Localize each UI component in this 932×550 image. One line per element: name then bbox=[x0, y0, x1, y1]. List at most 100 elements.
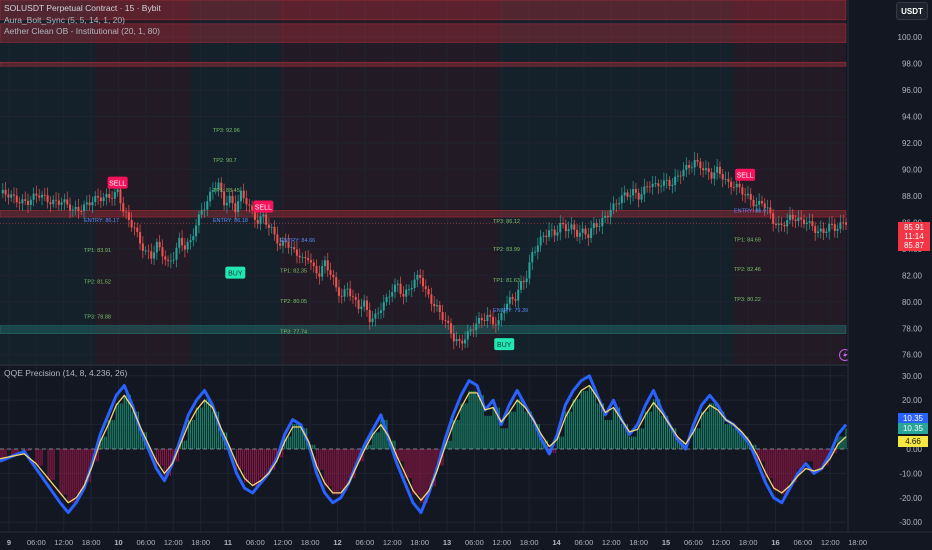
candle-body bbox=[676, 175, 679, 177]
candle-body bbox=[340, 295, 343, 297]
candle-body bbox=[587, 234, 590, 238]
candle-body bbox=[332, 274, 335, 278]
candle-body bbox=[29, 199, 32, 205]
sell-signal-text: SELL bbox=[255, 204, 272, 211]
candle-body bbox=[520, 280, 523, 290]
candle-body bbox=[539, 236, 542, 246]
trend-zone bbox=[733, 0, 846, 364]
level-label: TP3: 80.22 bbox=[734, 297, 761, 303]
candle-body bbox=[836, 228, 839, 231]
qqe-slow-label: 10.35 bbox=[898, 423, 928, 434]
candle-body bbox=[713, 172, 716, 179]
candle-body bbox=[438, 305, 441, 313]
candle-body bbox=[38, 195, 41, 198]
candle-body bbox=[256, 219, 259, 224]
candle-body bbox=[674, 176, 677, 185]
price-tick-label: 94.00 bbox=[902, 112, 923, 121]
candle-body bbox=[169, 260, 172, 262]
candle-body bbox=[139, 232, 142, 244]
candle-body bbox=[24, 199, 27, 201]
candle-body bbox=[710, 172, 713, 179]
price-tick-label: 90.00 bbox=[902, 165, 923, 174]
candle-body bbox=[618, 203, 621, 205]
sell-signal-text: SELL bbox=[109, 181, 126, 188]
candle-body bbox=[609, 209, 612, 217]
candle-body bbox=[66, 199, 69, 205]
candle-body bbox=[307, 258, 310, 261]
level-label: ENTRY: 86.9 bbox=[734, 208, 766, 214]
price-tick-label: 82.00 bbox=[902, 271, 923, 280]
candle-body bbox=[136, 227, 139, 233]
candle-body bbox=[127, 212, 130, 221]
candle-body bbox=[576, 229, 579, 237]
time-tick-label: 12:00 bbox=[273, 538, 292, 547]
indicator-aether-ob[interactable]: Aether Clean OB - Institutional (20, 1, … bbox=[4, 26, 160, 36]
level-label: TP2: 83.99 bbox=[493, 247, 520, 253]
time-tick-label: 06:00 bbox=[465, 538, 484, 547]
candle-body bbox=[808, 221, 811, 223]
candle-body bbox=[797, 217, 800, 222]
candle-body bbox=[175, 247, 178, 260]
candle-body bbox=[195, 225, 198, 237]
candle-body bbox=[730, 181, 733, 188]
candle-body bbox=[357, 299, 360, 309]
qqe-title[interactable]: QQE Precision (14, 8, 4.236, 26) bbox=[4, 368, 127, 378]
chart-title: SOLUSDT Perpetual Contract · 15 · Bybit bbox=[4, 3, 161, 13]
candle-body bbox=[323, 260, 326, 267]
candle-body bbox=[828, 223, 831, 232]
candle-body bbox=[556, 232, 559, 236]
candle-body bbox=[60, 202, 63, 205]
qqe-tick-label: -10.00 bbox=[899, 469, 922, 478]
candle-body bbox=[458, 338, 461, 341]
candle-body bbox=[598, 226, 601, 228]
candle-body bbox=[105, 194, 108, 198]
candle-body bbox=[46, 195, 49, 203]
candle-body bbox=[242, 190, 245, 199]
time-tick-label: 18:00 bbox=[82, 538, 101, 547]
candle-body bbox=[489, 314, 492, 317]
candle-body bbox=[13, 194, 16, 196]
candle-body bbox=[447, 320, 450, 324]
candle-body bbox=[259, 216, 262, 224]
candle-body bbox=[77, 206, 80, 212]
candle-body bbox=[755, 204, 758, 207]
candle-body bbox=[783, 224, 786, 227]
candle-body bbox=[651, 183, 654, 187]
candle-body bbox=[21, 199, 24, 204]
level-label: TP1: 88.45 bbox=[213, 188, 240, 194]
candle-body bbox=[405, 289, 408, 297]
level-label: ENTRY: 84.66 bbox=[280, 238, 315, 244]
candle-body bbox=[570, 224, 573, 230]
candle-body bbox=[290, 247, 293, 248]
candle-body bbox=[385, 297, 388, 303]
candle-body bbox=[388, 296, 391, 298]
candle-body bbox=[702, 168, 705, 171]
candle-body bbox=[688, 165, 691, 168]
candle-body bbox=[444, 319, 447, 321]
candle-body bbox=[209, 191, 212, 202]
candle-body bbox=[466, 331, 469, 340]
chart-canvas: TP3: 92.96 TP2: 90.7 TP1: 88.45 ENTRY: 86.1… bbox=[0, 0, 932, 550]
candle-body bbox=[604, 215, 607, 218]
candle-body bbox=[542, 235, 545, 237]
candle-body bbox=[113, 192, 116, 199]
candle-body bbox=[41, 194, 44, 198]
candle-body bbox=[452, 333, 455, 342]
trend-zone bbox=[0, 0, 96, 364]
candle-body bbox=[814, 226, 817, 233]
price-tick-label: 98.00 bbox=[902, 60, 923, 69]
time-tick-label: 18:00 bbox=[301, 538, 320, 547]
candle-body bbox=[760, 200, 763, 204]
candle-body bbox=[343, 289, 346, 297]
time-tick-label: 11 bbox=[224, 538, 232, 547]
candle-body bbox=[158, 241, 161, 248]
time-tick-label: 16 bbox=[771, 538, 779, 547]
candle-body bbox=[724, 179, 727, 180]
currency-button[interactable]: USDT bbox=[896, 2, 928, 20]
indicator-aura-bolt[interactable]: Aura_Bolt_Sync (5, 5, 14, 1, 20) bbox=[4, 15, 125, 25]
qqe-tick-label: 30.00 bbox=[902, 372, 923, 381]
candle-body bbox=[153, 252, 156, 259]
candle-body bbox=[612, 203, 615, 210]
candle-body bbox=[27, 200, 30, 205]
candle-body bbox=[35, 193, 38, 196]
